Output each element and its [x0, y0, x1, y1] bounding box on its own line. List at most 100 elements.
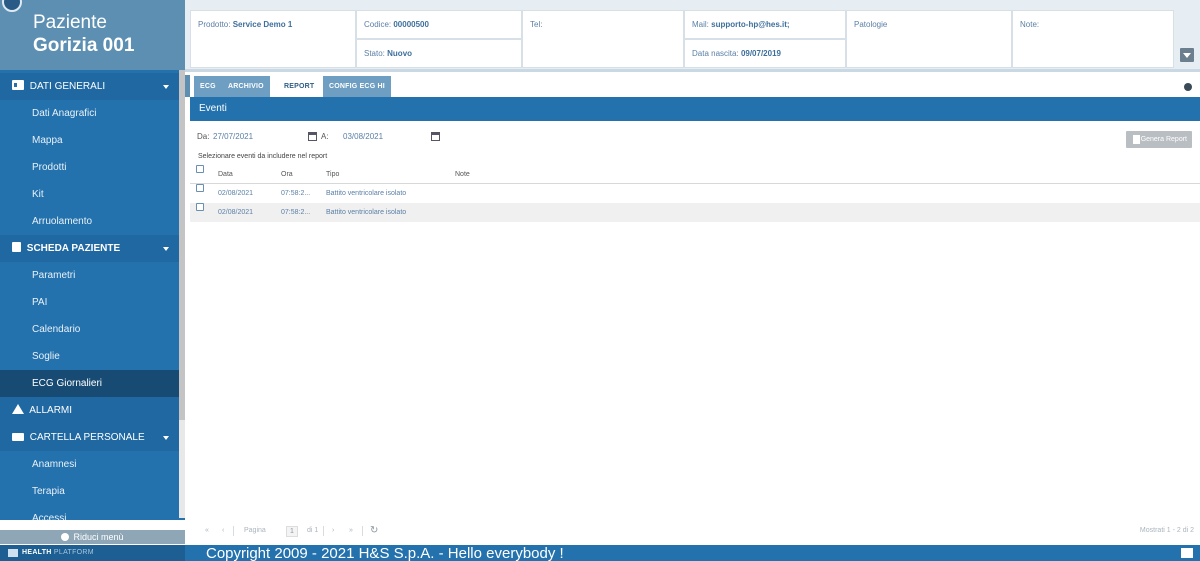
- sidebar-section-cartella-personale[interactable]: CARTELLA PERSONALE: [0, 424, 185, 451]
- cell-ora: 07:58:2...: [281, 209, 311, 216]
- sidebar-item-kit[interactable]: Kit: [0, 181, 185, 208]
- last-page-button[interactable]: »: [349, 520, 353, 542]
- sidebar-section-dati-generali[interactable]: DATI GENERALI: [0, 73, 185, 100]
- page-of-label: di 1: [307, 527, 319, 534]
- sidebar-scrollbar[interactable]: [179, 70, 185, 518]
- calendar-icon[interactable]: [308, 132, 317, 141]
- patologie-box: Patologie: [846, 10, 1012, 68]
- filters: Da: 27/07/2021 A: 03/08/2021 Genera Repo…: [190, 121, 1200, 161]
- prodotto-value: Service Demo 1: [232, 20, 293, 29]
- col-note[interactable]: Note: [455, 165, 470, 184]
- note-box: Note:: [1012, 10, 1174, 68]
- nascita-value: 09/07/2019: [740, 49, 781, 58]
- folder-icon: [12, 433, 24, 441]
- sidebar-item-anamnesi[interactable]: Anamnesi: [0, 451, 185, 478]
- card-icon: [12, 80, 24, 90]
- records-summary: Mostrati 1 - 2 di 2: [1139, 527, 1194, 534]
- sidebar-item-mappa[interactable]: Mappa: [0, 127, 185, 154]
- sidebar-item-dati-anagrafici[interactable]: Dati Anagrafici: [0, 100, 185, 127]
- sidebar-item-pai[interactable]: PAI: [0, 289, 185, 316]
- app-logo-icon[interactable]: [2, 0, 22, 12]
- app-root: Paziente Gorizia 001 Prodotto: Service D…: [0, 0, 1200, 561]
- select-hint: Selezionare eventi da includere nel repo…: [198, 153, 328, 160]
- tab-bar-edge: [185, 75, 190, 97]
- generate-report-button[interactable]: Genera Report: [1126, 131, 1192, 148]
- cell-data: 02/08/2021: [218, 190, 254, 197]
- row-checkbox[interactable]: [196, 203, 204, 211]
- pager-separator: [233, 526, 234, 536]
- from-date-input[interactable]: 27/07/2021: [213, 132, 253, 141]
- sidebar-item-calendario[interactable]: Calendario: [0, 316, 185, 343]
- codice-box: Codice: 00000500: [356, 10, 522, 39]
- to-date-input[interactable]: 03/08/2021: [343, 132, 383, 141]
- cell-ora: 07:58:2...: [281, 190, 311, 197]
- warning-icon: [12, 404, 24, 414]
- next-page-button[interactable]: ›: [332, 520, 334, 542]
- sidebar-section-scheda-paziente[interactable]: SCHEDA PAZIENTE: [0, 235, 185, 262]
- mail-value: supporto-hp@hes.it;: [711, 20, 790, 29]
- col-tipo[interactable]: Tipo: [326, 165, 339, 184]
- codice-value: 00000500: [393, 20, 429, 29]
- mail-box: Mail: supporto-hp@hes.it;: [684, 10, 846, 39]
- pagination-bar: « ‹ Pagina 1 di 1 › » ↻ Mostrati 1 - 2 d…: [190, 520, 1200, 542]
- cell-tipo: Battito ventricolare isolato: [326, 190, 407, 197]
- calendar-icon[interactable]: [431, 132, 440, 141]
- col-ora[interactable]: Ora: [281, 165, 293, 184]
- footer-menu-icon[interactable]: [1181, 548, 1193, 558]
- from-label: Da:: [197, 132, 210, 141]
- sidebar-item-terapia[interactable]: Terapia: [0, 478, 185, 505]
- nascita-box: Data nascita: 09/07/2019: [684, 39, 846, 68]
- sidebar-item-arruolamento[interactable]: Arruolamento: [0, 208, 185, 235]
- chevron-down-icon: [163, 436, 169, 440]
- patient-block: Paziente Gorizia 001: [0, 0, 185, 70]
- first-page-button[interactable]: «: [205, 520, 209, 542]
- cell-tipo: Battito ventricolare isolato: [326, 209, 407, 216]
- patient-name: Gorizia 001: [33, 35, 135, 56]
- copyright-text: Copyright 2009 - 2021 H&S S.p.A. - Hello…: [206, 545, 564, 561]
- sidebar-item-accessi[interactable]: Accessi: [0, 505, 185, 520]
- table-row[interactable]: 02/08/2021 07:58:2... Battito ventricola…: [190, 184, 1200, 203]
- pager-separator: [362, 526, 363, 536]
- patient-header: Prodotto: Service Demo 1 Codice: 0000050…: [185, 0, 1200, 72]
- panel-title: Eventi: [190, 97, 1200, 121]
- tools-icon[interactable]: [1184, 83, 1192, 91]
- info-icon: [61, 533, 70, 541]
- row-checkbox[interactable]: [196, 184, 204, 192]
- reduce-menu-button[interactable]: Riduci menù: [0, 530, 185, 544]
- patient-label: Paziente: [33, 12, 107, 33]
- expand-header-button[interactable]: [1180, 48, 1194, 62]
- events-table: Data Ora Tipo Note 02/08/2021 07:58:2...…: [190, 165, 1200, 222]
- page-number-input[interactable]: 1: [286, 526, 298, 537]
- tab-bar: ECG ARCHIVIO REPORT CONFIG ECG HI: [185, 75, 1200, 97]
- sidebar-item-parametri[interactable]: Parametri: [0, 262, 185, 289]
- tab-ecg[interactable]: ECG: [194, 76, 222, 97]
- sidebar: DATI GENERALI Dati Anagrafici Mappa Prod…: [0, 70, 185, 520]
- stato-value: Nuovo: [387, 49, 413, 58]
- page-label: Pagina: [244, 527, 266, 534]
- document-icon: [1133, 135, 1140, 144]
- tel-box: Tel:: [522, 10, 684, 68]
- select-all-checkbox[interactable]: [196, 165, 204, 173]
- prev-page-button[interactable]: ‹: [222, 520, 224, 542]
- prodotto-box: Prodotto: Service Demo 1: [190, 10, 356, 68]
- tab-report[interactable]: REPORT: [278, 76, 321, 97]
- sidebar-item-soglie[interactable]: Soglie: [0, 343, 185, 370]
- footer: HEALTH PLATFORM Copyright 2009 - 2021 H&…: [0, 545, 1200, 561]
- sidebar-item-prodotti[interactable]: Prodotti: [0, 154, 185, 181]
- refresh-icon[interactable]: ↻: [370, 520, 378, 542]
- sidebar-section-allarmi[interactable]: ALLARMI: [0, 397, 185, 424]
- to-label: A:: [321, 132, 329, 141]
- sidebar-item-ecg-giornalieri[interactable]: ECG Giornalieri: [0, 370, 185, 397]
- table-row[interactable]: 02/08/2021 07:58:2... Battito ventricola…: [190, 203, 1200, 222]
- file-icon: [12, 242, 21, 252]
- brand-logo: HEALTH PLATFORM: [0, 545, 185, 561]
- table-header: Data Ora Tipo Note: [190, 165, 1200, 184]
- tab-config-ecg-hi[interactable]: CONFIG ECG HI: [323, 76, 391, 97]
- cell-data: 02/08/2021: [218, 209, 254, 216]
- chevron-down-icon: [163, 247, 169, 251]
- pager-separator: [323, 526, 324, 536]
- health-platform-logo-icon: [8, 549, 18, 557]
- col-data[interactable]: Data: [218, 165, 233, 184]
- scrollbar-thumb[interactable]: [179, 70, 185, 420]
- tab-archivio[interactable]: ARCHIVIO: [222, 76, 270, 97]
